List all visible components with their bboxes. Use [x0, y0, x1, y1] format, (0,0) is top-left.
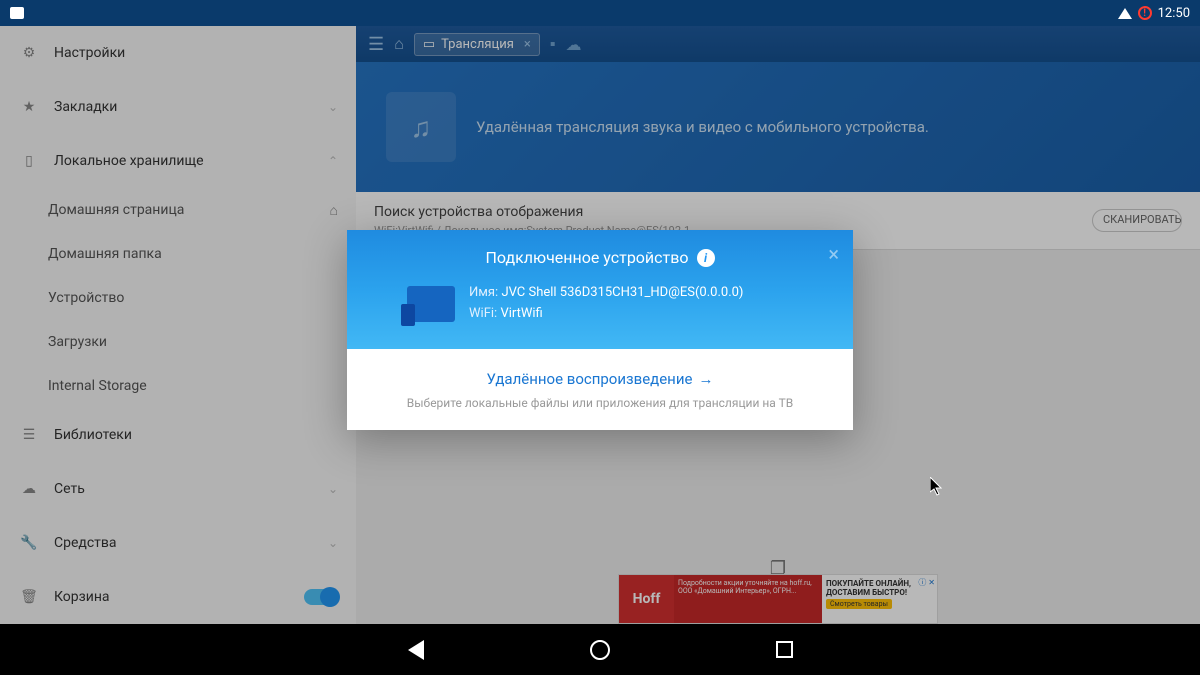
sidebar-item-bookmarks[interactable]: ★ Закладки ⌄	[0, 80, 356, 134]
chevron-down-icon: ⌄	[328, 100, 338, 114]
sidebar-label: Корзина	[54, 589, 110, 605]
close-icon[interactable]: ×	[524, 37, 531, 52]
gear-icon: ⚙	[18, 45, 40, 61]
dialog-title: Подключенное устройство	[485, 248, 688, 267]
sidebar-label: Настройки	[54, 45, 125, 61]
tab-bar: ☰ ⌂ ▭ Трансляция × ▪ ☁	[356, 26, 1200, 62]
ad-text: Подробности акции уточняйте на hoff.ru, …	[674, 575, 822, 623]
wifi-name: VirtWifi	[500, 306, 542, 321]
toggle-switch[interactable]	[304, 589, 338, 605]
ad-brand: Hoff	[619, 575, 674, 623]
sidebar-label: Локальное хранилище	[54, 153, 204, 169]
nav-bar	[0, 624, 1200, 675]
sidebar-label: Закладки	[54, 99, 117, 115]
search-title: Поиск устройства отображения	[374, 204, 699, 220]
arrow-right-icon: →	[698, 370, 713, 388]
wrench-icon: 🔧	[18, 535, 40, 551]
cast-icon: ▭	[423, 37, 435, 52]
home-icon: ⌂	[330, 202, 338, 219]
sidebar-item-downloads[interactable]: Загрузки	[0, 320, 356, 364]
home-tab-icon[interactable]: ⌂	[394, 34, 404, 54]
gallery-icon	[10, 7, 24, 19]
sidebar-item-tools[interactable]: 🔧 Средства ⌄	[0, 516, 356, 570]
sidebar-item-local-storage[interactable]: ▯ Локальное хранилище ⌃	[0, 134, 356, 188]
sidebar-label: Домашняя страница	[48, 202, 184, 218]
status-bar: ! 12:50	[0, 0, 1200, 26]
tab-cast[interactable]: ▭ Трансляция ×	[414, 33, 540, 56]
chevron-down-icon: ⌄	[328, 482, 338, 496]
back-button[interactable]	[404, 638, 428, 662]
sidebar-item-trash[interactable]: 🗑 Корзина	[0, 570, 356, 624]
sidebar-label: Домашняя папка	[48, 246, 162, 262]
banner: ♫ Удалённая трансляция звука и видео с м…	[356, 62, 1200, 192]
sidebar-item-home-folder[interactable]: Домашняя папка	[0, 232, 356, 276]
tab-label: Трансляция	[441, 37, 514, 52]
home-button[interactable]	[588, 638, 612, 662]
tv-device-icon	[407, 286, 455, 322]
layers-icon: ☰	[18, 427, 40, 443]
sidebar-label: Internal Storage	[48, 378, 147, 394]
play-label: Удалённое воспроизведение	[487, 370, 693, 388]
menu-icon[interactable]: ☰	[368, 34, 384, 55]
sidebar-item-home-page[interactable]: Домашняя страница ⌂	[0, 188, 356, 232]
sidebar-label: Устройство	[48, 290, 124, 306]
sidebar-label: Сеть	[54, 481, 85, 497]
connected-device-dialog: × Подключенное устройство i Имя: JVC She…	[347, 230, 853, 430]
chevron-up-icon: ⌃	[328, 154, 338, 168]
chevron-down-icon: ⌄	[328, 536, 338, 550]
wifi-icon	[1118, 8, 1132, 19]
warning-icon: !	[1138, 6, 1152, 20]
star-icon: ★	[18, 99, 40, 115]
ad-banner[interactable]: Hoff Подробности акции уточняйте на hoff…	[618, 574, 938, 624]
sidebar: ⚙ Настройки ★ Закладки ⌄ ▯ Локальное хра…	[0, 26, 356, 624]
dialog-subtitle: Выберите локальные файлы или приложения …	[367, 396, 833, 410]
recent-button[interactable]	[772, 638, 796, 662]
sidebar-item-libraries[interactable]: ☰ Библиотеки	[0, 408, 356, 462]
ad-headline: ПОКУПАЙТЕ ОНЛАЙН, ДОСТАВИМ БЫСТРО!	[826, 579, 933, 597]
sidebar-label: Средства	[54, 535, 117, 551]
sidebar-label: Библиотеки	[54, 427, 132, 443]
sidebar-item-network[interactable]: ☁ Сеть ⌄	[0, 462, 356, 516]
tab-placeholder-icon: ▪	[550, 34, 556, 54]
sidebar-item-device[interactable]: Устройство	[0, 276, 356, 320]
wifi-label: WiFi:	[469, 306, 497, 321]
network-icon: ☁	[18, 481, 40, 497]
cloud-icon: ☁	[565, 35, 581, 54]
sidebar-label: Загрузки	[48, 334, 107, 350]
name-label: Имя:	[469, 285, 498, 300]
banner-text: Удалённая трансляция звука и видео с моб…	[476, 118, 929, 136]
trash-icon: 🗑	[18, 589, 40, 605]
close-icon[interactable]: ×	[828, 242, 839, 266]
sidebar-item-settings[interactable]: ⚙ Настройки	[0, 26, 356, 80]
cast-illustration-icon: ♫	[386, 92, 456, 162]
device-name: JVC Shell 536D315CH31_HD@ES(0.0.0.0)	[501, 285, 743, 300]
phone-icon: ▯	[18, 153, 40, 169]
ad-info-icon[interactable]: ⓘ ✕	[918, 577, 935, 588]
sidebar-item-internal[interactable]: Internal Storage	[0, 364, 356, 408]
remote-playback-button[interactable]: Удалённое воспроизведение →	[487, 370, 714, 388]
clock: 12:50	[1158, 6, 1190, 21]
scan-button[interactable]: СКАНИРОВАТЬ	[1092, 209, 1182, 231]
info-icon[interactable]: i	[697, 249, 715, 267]
ad-cta[interactable]: Смотреть товары	[826, 599, 892, 609]
